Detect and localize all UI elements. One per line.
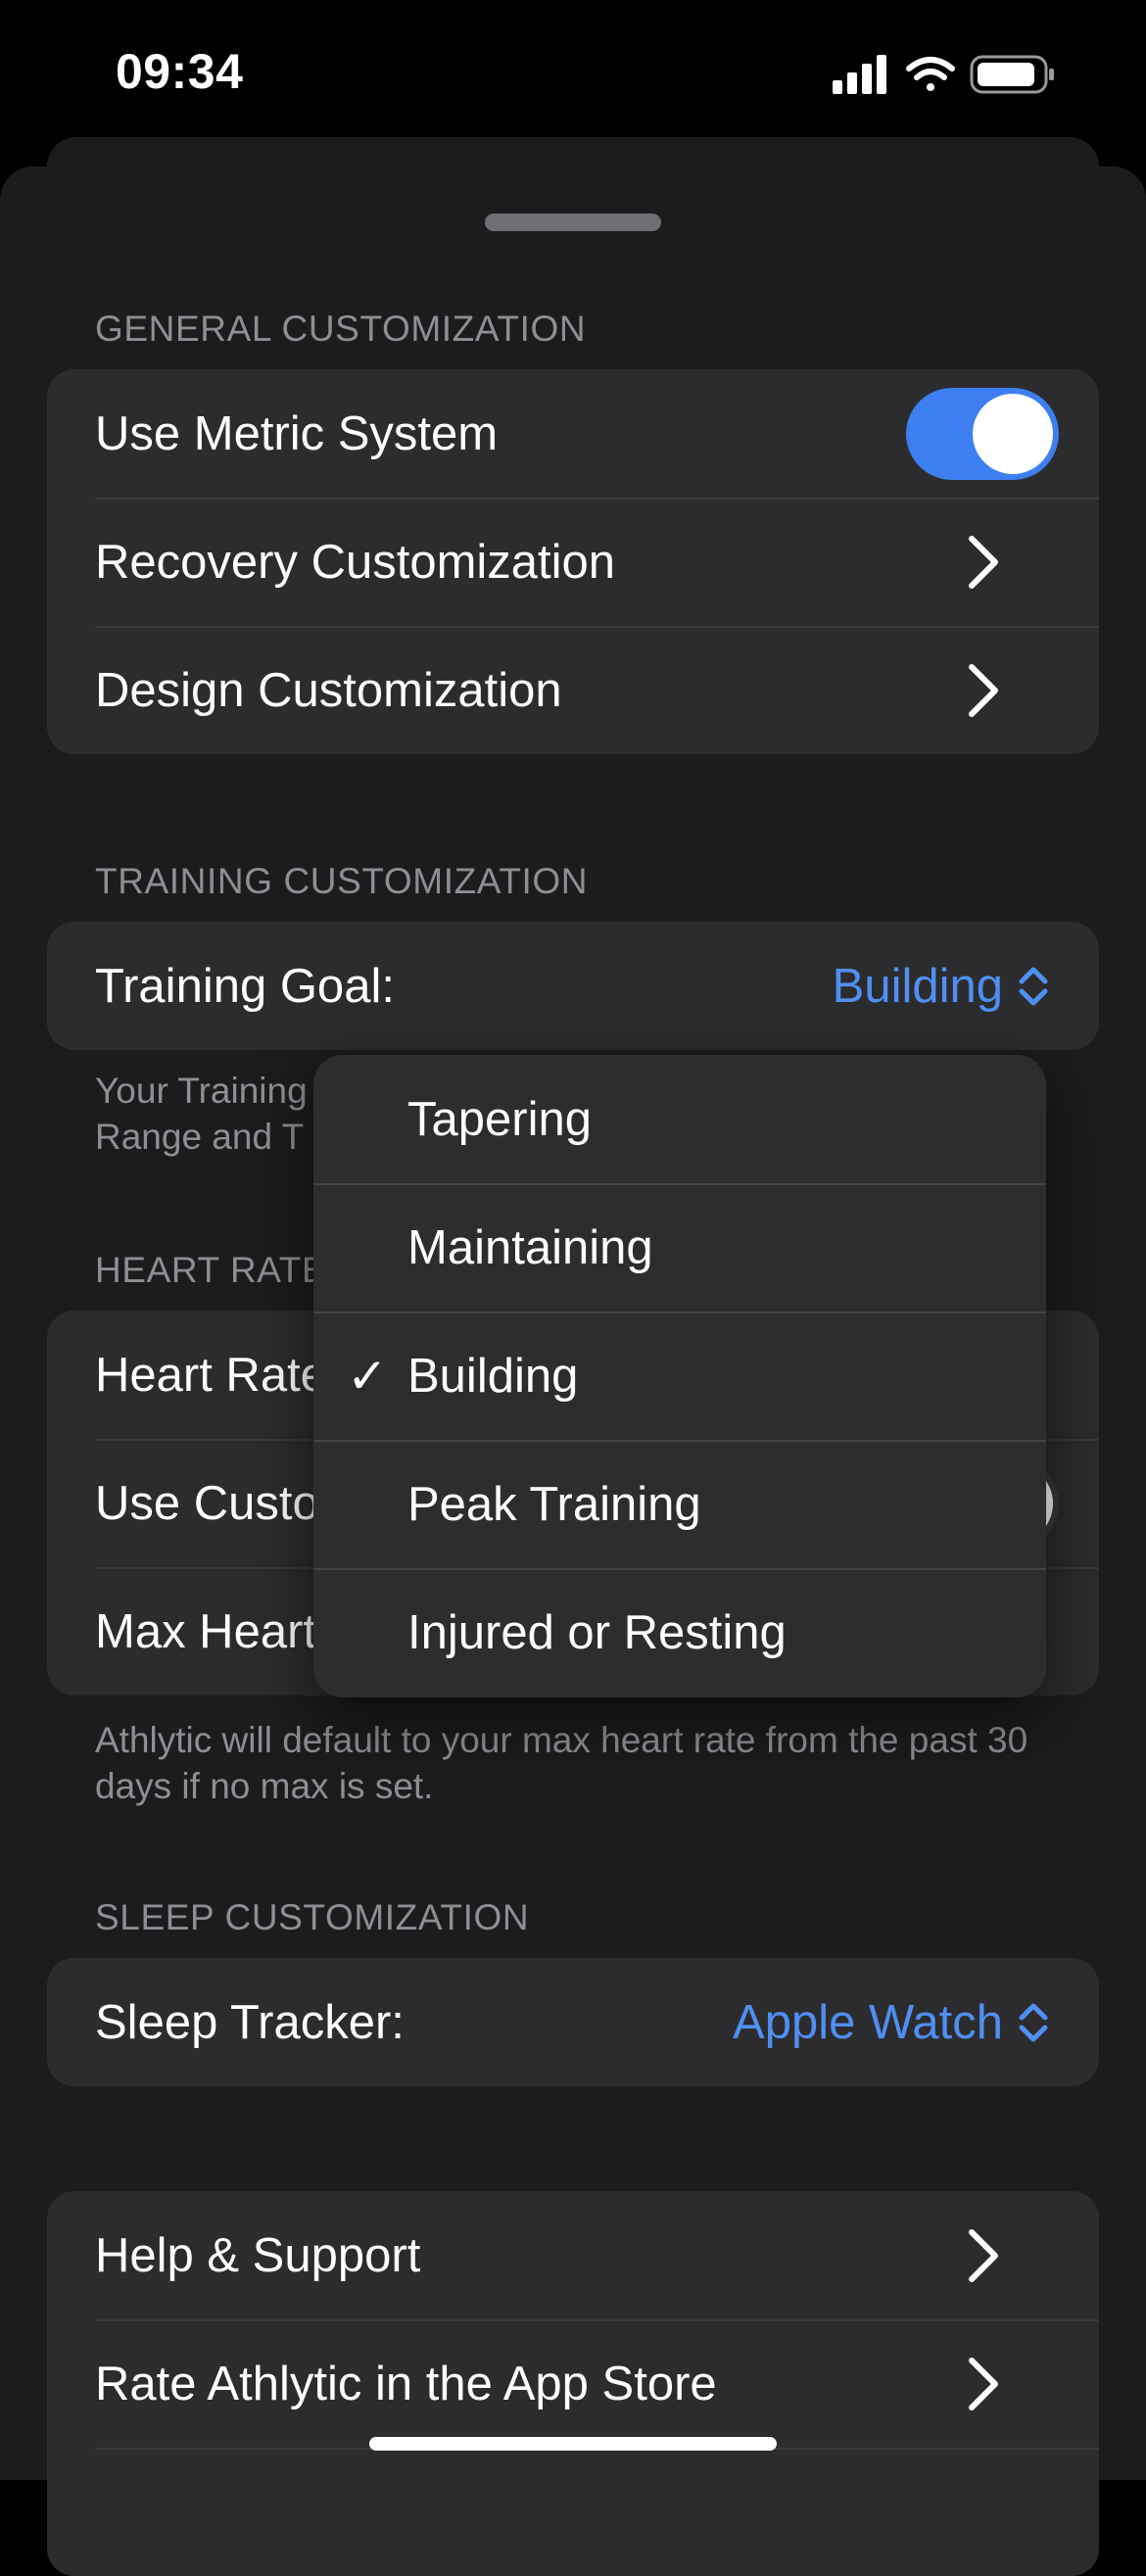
links-group: Help & Support Rate Athlytic in the App …: [47, 2191, 1099, 2576]
chevron-up-down-icon: [1019, 967, 1048, 1005]
chevron-up-down-icon: [1019, 2003, 1048, 2041]
chevron-right-icon: [969, 663, 998, 717]
design-customization-label: Design Customization: [95, 663, 562, 717]
menu-item-peak-training[interactable]: Peak Training: [313, 1440, 1046, 1568]
general-section-header: GENERAL CUSTOMIZATION: [95, 309, 587, 349]
max-heart-label: Max Heart: [95, 1604, 317, 1658]
design-customization-row[interactable]: Design Customization: [47, 626, 1099, 754]
sleep-tracker-value: Apple Watch: [733, 1995, 1003, 2049]
menu-item-label: Maintaining: [407, 1220, 653, 1274]
training-section-header: TRAINING CUSTOMIZATION: [95, 861, 589, 901]
training-goal-picker[interactable]: Building: [833, 959, 1050, 1014]
battery-icon: [970, 55, 1054, 94]
status-time: 09:34: [116, 44, 244, 99]
sleep-group: Sleep Tracker: Apple Watch: [47, 1958, 1099, 2086]
recovery-customization-label: Recovery Customization: [95, 535, 616, 589]
training-goal-row[interactable]: Training Goal: Building: [47, 922, 1099, 1050]
recovery-customization-row[interactable]: Recovery Customization: [47, 498, 1099, 626]
sleep-tracker-label: Sleep Tracker:: [95, 1995, 405, 2049]
sleep-tracker-row[interactable]: Sleep Tracker: Apple Watch: [47, 1958, 1099, 2086]
use-metric-row[interactable]: Use Metric System: [47, 369, 1099, 498]
status-icons: [833, 51, 1068, 100]
heart-rate-label: Heart Rate: [95, 1348, 327, 1402]
help-support-row[interactable]: Help & Support: [47, 2191, 1099, 2319]
help-support-label: Help & Support: [95, 2228, 421, 2282]
signal-icon: [833, 55, 886, 94]
chevron-right-icon: [969, 2228, 998, 2282]
menu-item-building[interactable]: ✓ Building: [313, 1312, 1046, 1440]
use-metric-label: Use Metric System: [95, 406, 499, 460]
rate-app-label: Rate Athlytic in the App Store: [95, 2357, 717, 2410]
use-custom-label: Use Custo: [95, 1476, 319, 1530]
home-indicator[interactable]: [369, 2437, 777, 2451]
checkmark-icon: ✓: [347, 1348, 388, 1404]
general-group: Use Metric System Recovery Customization…: [47, 369, 1099, 754]
next-row[interactable]: [47, 2448, 1099, 2576]
training-group: Training Goal: Building: [47, 922, 1099, 1050]
training-goal-value: Building: [832, 959, 1003, 1013]
chevron-right-icon: [969, 535, 998, 589]
heart-rate-note: Athlytic will default to your max heart …: [95, 1720, 1028, 1806]
menu-item-label: Building: [407, 1349, 579, 1403]
sheet-grabber[interactable]: [485, 214, 661, 231]
wifi-icon: [906, 57, 955, 91]
rate-app-row[interactable]: Rate Athlytic in the App Store: [47, 2319, 1099, 2448]
training-goal-menu: Tapering Maintaining ✓ Building Peak Tra…: [313, 1055, 1046, 1697]
heart-rate-section-header: HEART RATE: [95, 1250, 327, 1290]
sleep-section-header: SLEEP CUSTOMIZATION: [95, 1897, 530, 1937]
menu-item-label: Injured or Resting: [407, 1605, 787, 1659]
metric-toggle[interactable]: [906, 387, 1059, 480]
menu-item-label: Peak Training: [407, 1477, 701, 1531]
toggle-knob: [973, 393, 1053, 474]
chevron-right-icon: [969, 2357, 998, 2410]
menu-item-maintaining[interactable]: Maintaining: [313, 1183, 1046, 1312]
training-goal-label: Training Goal:: [95, 959, 395, 1013]
menu-item-tapering[interactable]: Tapering: [313, 1055, 1046, 1183]
menu-item-injured-resting[interactable]: Injured or Resting: [313, 1568, 1046, 1696]
status-bar: 09:34: [0, 0, 1146, 147]
sleep-tracker-picker[interactable]: Apple Watch: [733, 1995, 1050, 2050]
menu-item-label: Tapering: [407, 1092, 592, 1146]
